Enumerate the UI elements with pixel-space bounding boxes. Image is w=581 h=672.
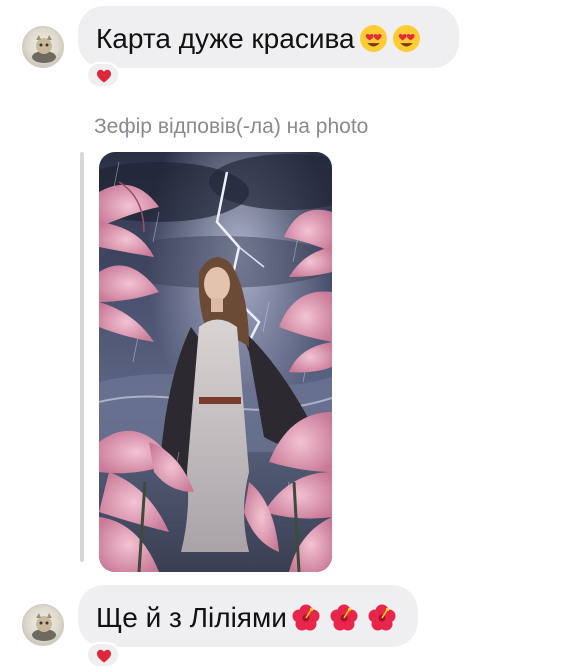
reply-quote-bar xyxy=(80,152,84,562)
reply-context-label: Зефір відповів(-ла) на photo xyxy=(94,115,369,138)
heart-eyes-emoji-icon xyxy=(392,24,421,53)
red-heart-icon xyxy=(97,69,111,83)
heart-eyes-emoji-icon xyxy=(359,24,388,53)
heart-reaction-badge[interactable] xyxy=(86,62,120,88)
sender-avatar[interactable] xyxy=(22,604,64,646)
replied-photo[interactable] xyxy=(99,152,332,572)
hibiscus-emoji-icon xyxy=(329,603,359,633)
heart-reaction-badge[interactable] xyxy=(86,642,120,668)
hibiscus-emoji-icon xyxy=(291,603,321,633)
red-heart-icon xyxy=(97,649,111,663)
hibiscus-emoji-icon xyxy=(367,603,397,633)
sender-avatar[interactable] xyxy=(22,26,64,68)
message-bubble[interactable]: Карта дуже красива xyxy=(78,6,459,68)
chat-thread: Карта дуже красива Зефір відповів(-ла) н… xyxy=(0,0,581,672)
message-bubble[interactable]: Ще й з Ліліями xyxy=(78,585,418,647)
message-text: Ще й з Ліліями xyxy=(96,601,287,633)
message-text: Карта дуже красива xyxy=(96,22,355,54)
